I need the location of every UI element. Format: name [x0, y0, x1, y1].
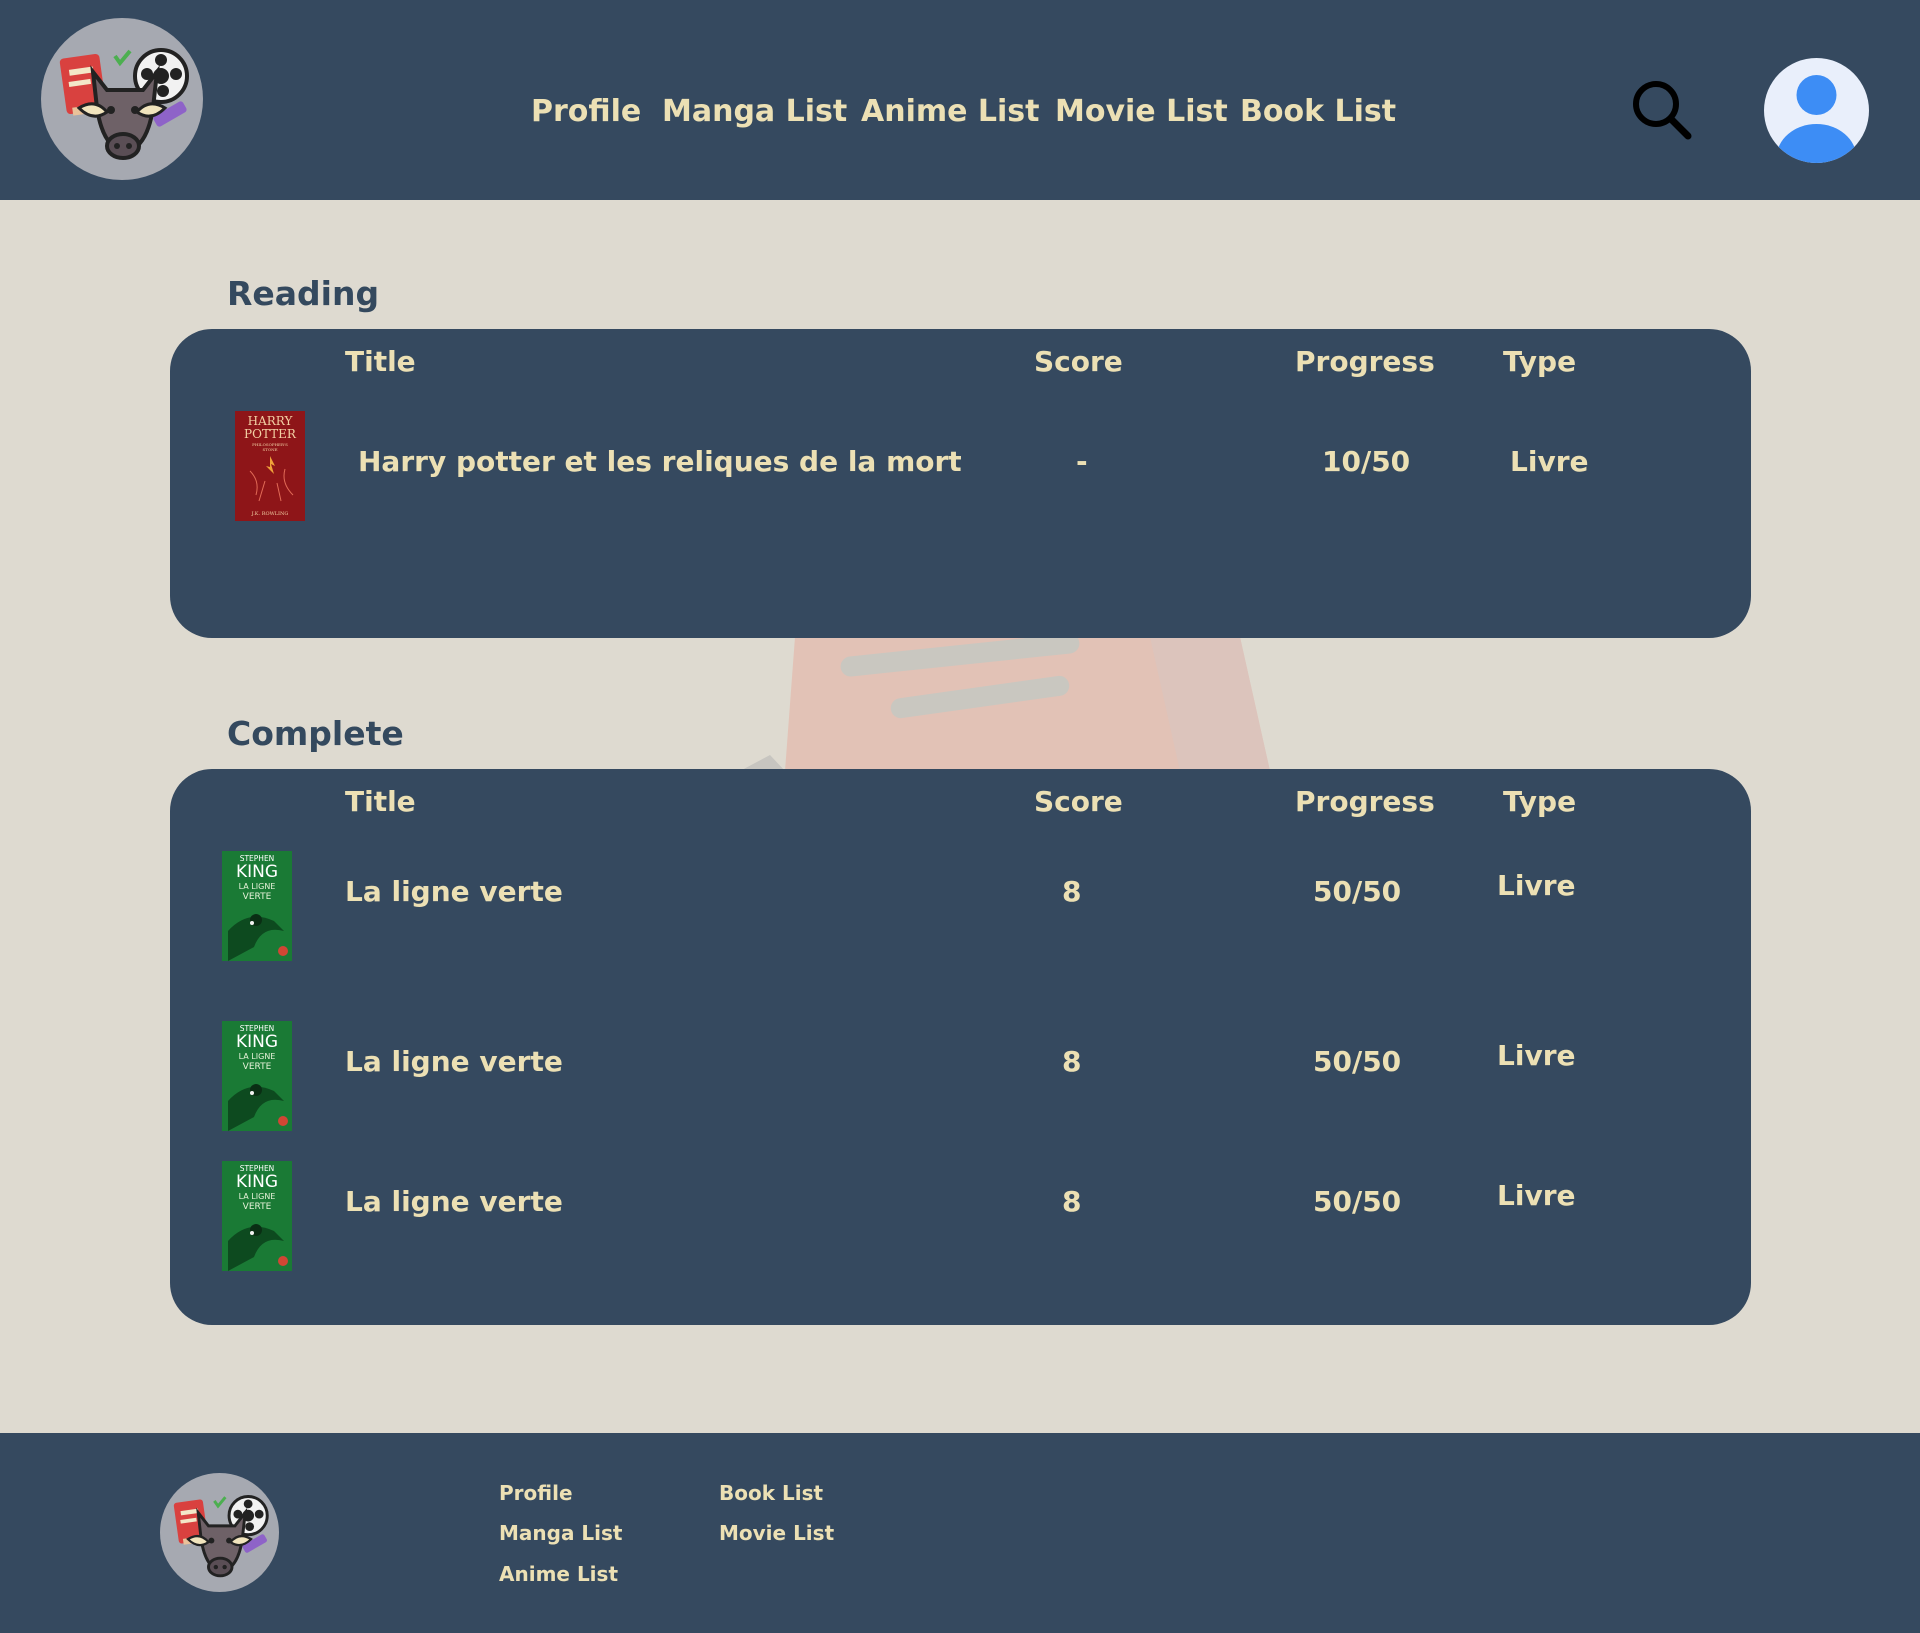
table-row[interactable]: STEPHEN KING LA LIGNE VERTE La ligne ver…	[170, 1161, 1751, 1271]
book-cover-image[interactable]: STEPHEN KING LA LIGNE VERTE	[222, 1161, 292, 1271]
footer-link-profile[interactable]: Profile	[499, 1481, 573, 1505]
nav-movie-list[interactable]: Movie List	[1055, 92, 1228, 132]
user-avatar-icon[interactable]	[1764, 58, 1869, 163]
search-icon[interactable]	[1630, 78, 1694, 142]
book-score: 8	[1062, 875, 1082, 908]
boar-logo-icon[interactable]	[160, 1473, 279, 1592]
book-score: -	[1076, 445, 1088, 478]
column-header-title: Title	[345, 785, 416, 818]
cover-text: LA LIGNE	[239, 882, 276, 891]
book-cover-image[interactable]: STEPHEN KING LA LIGNE VERTE	[222, 1021, 292, 1131]
book-progress: 50/50	[1313, 875, 1402, 908]
book-type: Livre	[1497, 1039, 1576, 1072]
reading-table: Title Score Progress Type HARRY POTTER P…	[170, 329, 1751, 638]
book-title[interactable]: Harry potter et les reliques de la mort	[358, 445, 962, 478]
book-cover-image[interactable]: STEPHEN KING LA LIGNE VERTE	[222, 851, 292, 961]
footer-link-book-list[interactable]: Book List	[719, 1481, 823, 1505]
footer-link-anime-list[interactable]: Anime List	[499, 1562, 618, 1586]
book-progress: 50/50	[1313, 1045, 1402, 1078]
book-score: 8	[1062, 1185, 1082, 1218]
footer-link-manga-list[interactable]: Manga List	[499, 1521, 622, 1545]
cover-text: KING	[236, 1172, 278, 1192]
nav-profile[interactable]: Profile	[531, 92, 641, 132]
column-header-type: Type	[1503, 345, 1577, 378]
cover-text: LA LIGNE	[239, 1052, 276, 1061]
book-type: Livre	[1497, 869, 1576, 902]
cover-text: VERTE	[243, 1202, 272, 1212]
book-title[interactable]: La ligne verte	[345, 1045, 563, 1078]
cover-text: HARRY	[248, 414, 294, 428]
cover-text: POTTER	[244, 427, 297, 441]
cover-text: LA LIGNE	[239, 1192, 276, 1201]
column-header-type: Type	[1503, 785, 1577, 818]
table-row[interactable]: STEPHEN KING LA LIGNE VERTE La ligne ver…	[170, 1021, 1751, 1131]
nav-book-list[interactable]: Book List	[1240, 92, 1396, 132]
column-header-title: Title	[345, 345, 416, 378]
book-cover-image[interactable]: HARRY POTTER PHILOSOPHER'S STONE J.K. RO…	[235, 411, 305, 521]
cover-text: KING	[236, 1032, 278, 1052]
table-row[interactable]: STEPHEN KING LA LIGNE VERTE La ligne ver…	[170, 851, 1751, 961]
book-score: 8	[1062, 1045, 1082, 1078]
nav-manga-list[interactable]: Manga List	[662, 92, 847, 132]
boar-logo-icon[interactable]	[41, 18, 203, 180]
cover-text: VERTE	[243, 892, 272, 902]
book-type: Livre	[1510, 445, 1589, 478]
footer-link-movie-list[interactable]: Movie List	[719, 1521, 834, 1545]
cover-text: STONE	[262, 447, 277, 452]
book-progress: 10/50	[1322, 445, 1411, 478]
column-header-progress: Progress	[1295, 785, 1435, 818]
site-footer: Profile Manga List Anime List Book List …	[0, 1433, 1920, 1633]
column-header-score: Score	[1034, 345, 1123, 378]
book-title[interactable]: La ligne verte	[345, 1185, 563, 1218]
book-progress: 50/50	[1313, 1185, 1402, 1218]
nav-anime-list[interactable]: Anime List	[861, 92, 1040, 132]
column-header-score: Score	[1034, 785, 1123, 818]
section-title-reading: Reading	[227, 274, 380, 313]
cover-text: J.K. ROWLING	[251, 511, 289, 517]
complete-table: Title Score Progress Type STEPHEN KING L…	[170, 769, 1751, 1325]
section-title-complete: Complete	[227, 714, 404, 753]
cover-text: VERTE	[243, 1062, 272, 1072]
site-header: Profile Manga List Anime List Movie List…	[0, 0, 1920, 200]
book-title[interactable]: La ligne verte	[345, 875, 563, 908]
table-row[interactable]: HARRY POTTER PHILOSOPHER'S STONE J.K. RO…	[170, 411, 1751, 523]
column-header-progress: Progress	[1295, 345, 1435, 378]
background-watermark	[740, 637, 1280, 771]
book-type: Livre	[1497, 1179, 1576, 1212]
cover-text: KING	[236, 862, 278, 882]
